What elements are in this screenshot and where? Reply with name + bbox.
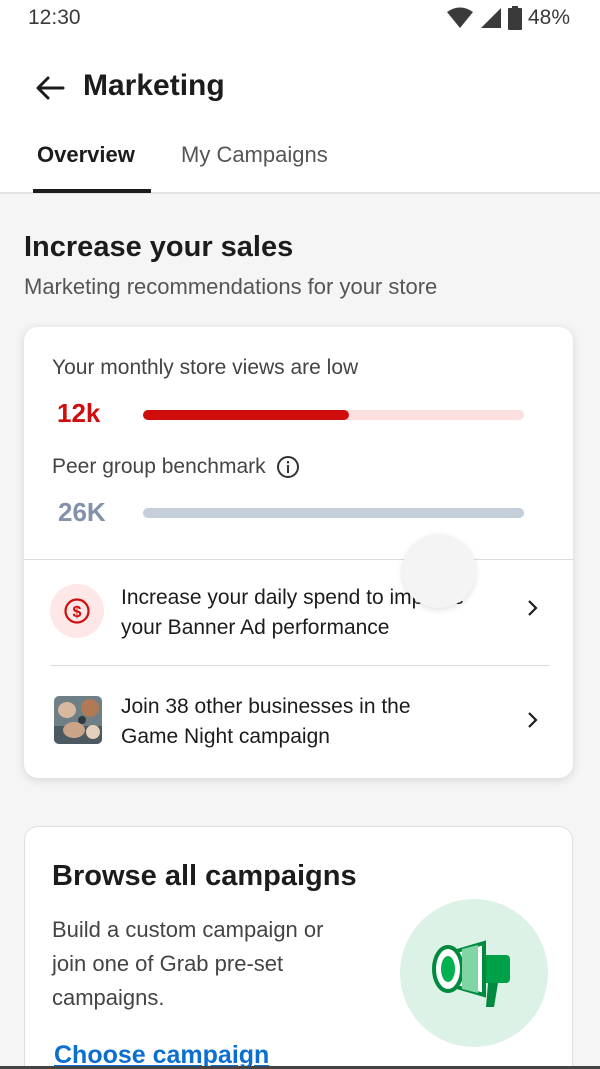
browse-description-line2: join one of Grab pre-set: [52, 951, 284, 976]
dollar-icon: $: [64, 598, 90, 624]
status-bar: 12:30 48%: [0, 0, 600, 36]
section-subtitle: Marketing recommendations for your store: [24, 274, 438, 299]
choose-campaign-link[interactable]: Choose campaign: [54, 1041, 269, 1069]
back-button[interactable]: [30, 70, 70, 106]
status-icons: 48%: [446, 6, 570, 30]
active-tab-indicator: [33, 189, 151, 193]
game-night-thumbnail: [54, 696, 102, 744]
wifi-icon: [446, 7, 473, 28]
views-value: 12k: [57, 398, 101, 428]
signal-icon: [480, 8, 501, 28]
section-title: Increase your sales: [24, 231, 294, 263]
arrow-left-icon: [36, 76, 65, 100]
battery-icon: [507, 6, 522, 30]
page-title: Marketing: [83, 69, 225, 102]
browse-campaigns-card: Browse all campaigns Build a custom camp…: [24, 826, 573, 1069]
status-time: 12:30: [28, 6, 81, 29]
browse-description-line3: campaigns.: [52, 985, 165, 1010]
views-progress-track: [143, 410, 524, 420]
recommendation-text-line1: Join 38 other businesses in the: [121, 695, 411, 718]
svg-text:$: $: [73, 604, 82, 621]
tab-overview[interactable]: Overview: [37, 142, 135, 168]
benchmark-label: Peer group benchmark: [52, 455, 266, 478]
recommendation-text: Join 38 other businesses in the Game Nig…: [121, 692, 411, 752]
recommendation-daily-spend[interactable]: $ Increase your daily spend to improve y…: [24, 560, 573, 665]
views-label: Your monthly store views are low: [52, 356, 359, 379]
browse-description: Build a custom campaign or join one of G…: [52, 913, 372, 1015]
recommendation-text-line2: your Banner Ad performance: [121, 616, 390, 639]
battery-percent: 48%: [527, 6, 570, 29]
touch-ripple: [402, 534, 476, 608]
chevron-right-icon: [528, 712, 538, 728]
benchmark-progress-track: [143, 508, 524, 518]
info-icon[interactable]: [276, 455, 300, 479]
benchmark-label-row: Peer group benchmark: [52, 455, 300, 479]
megaphone-icon: [432, 940, 510, 1007]
store-views-card: Your monthly store views are low 12k Pee…: [24, 327, 573, 778]
chevron-right-icon: [528, 600, 538, 616]
benchmark-progress-fill: [143, 508, 524, 518]
browse-description-line1: Build a custom campaign or: [52, 917, 324, 942]
dollar-icon-badge: $: [50, 584, 104, 638]
tab-my-campaigns[interactable]: My Campaigns: [181, 142, 328, 168]
recommendation-text-line2: Game Night campaign: [121, 725, 330, 748]
recommendation-game-night[interactable]: Join 38 other businesses in the Game Nig…: [24, 666, 573, 778]
browse-title: Browse all campaigns: [52, 860, 357, 892]
views-progress-fill: [143, 410, 349, 420]
benchmark-value: 26K: [58, 497, 106, 527]
megaphone-illustration: [400, 899, 548, 1047]
app-header: Marketing Overview My Campaigns: [0, 36, 600, 194]
